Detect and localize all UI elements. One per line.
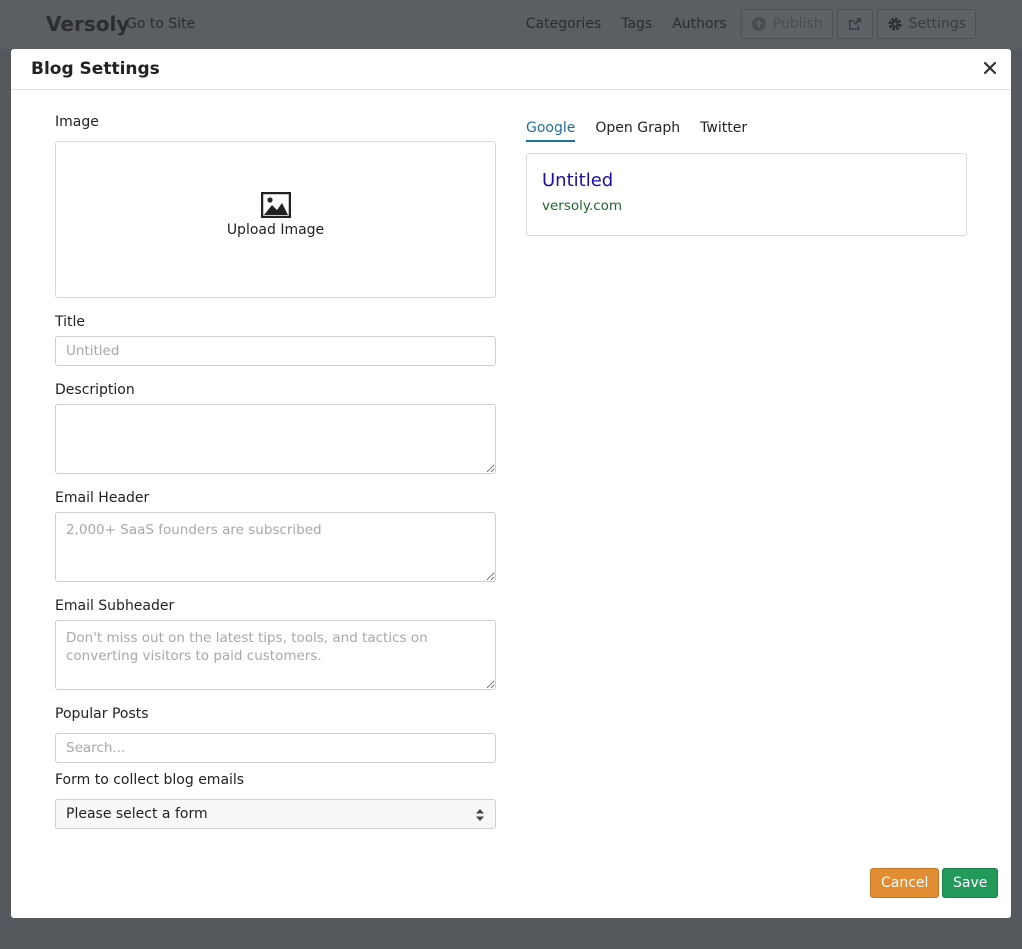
image-icon <box>261 192 291 218</box>
image-label: Image <box>55 114 99 130</box>
close-icon[interactable] <box>981 59 999 77</box>
settings-label: Settings <box>908 16 966 32</box>
nav-tags[interactable]: Tags <box>611 10 662 38</box>
tab-google[interactable]: Google <box>526 120 576 142</box>
blog-settings-modal: Blog Settings Image Upload Image Title D… <box>11 49 1011 918</box>
app-header: Versoly Go to Site Categories Tags Autho… <box>0 0 1022 49</box>
form-select-value: Please select a form <box>66 806 208 822</box>
cancel-button[interactable]: Cancel <box>870 868 940 898</box>
go-to-site-link[interactable]: Go to Site <box>126 16 195 32</box>
modal-title: Blog Settings <box>31 59 160 79</box>
brand-logo[interactable]: Versoly <box>46 12 129 36</box>
email-header-label: Email Header <box>55 490 150 506</box>
external-link-button[interactable] <box>836 9 873 39</box>
tab-twitter[interactable]: Twitter <box>700 120 747 142</box>
external-link-icon <box>848 18 861 30</box>
preview-tabs: Google Open Graph Twitter <box>526 120 747 142</box>
title-label: Title <box>55 314 86 330</box>
popular-posts-search-input[interactable] <box>55 733 496 763</box>
settings-button[interactable]: Settings <box>876 9 976 39</box>
gear-icon <box>888 17 902 31</box>
description-label: Description <box>55 382 135 398</box>
select-arrows-icon <box>476 809 484 821</box>
save-button[interactable]: Save <box>942 868 999 898</box>
tab-open-graph[interactable]: Open Graph <box>595 120 680 142</box>
upload-image-text: Upload Image <box>226 222 325 238</box>
google-preview-card: Untitled versoly.com <box>526 153 967 236</box>
form-select[interactable]: Please select a form <box>55 799 496 829</box>
description-textarea[interactable] <box>55 404 496 474</box>
email-header-textarea[interactable] <box>55 512 496 582</box>
upload-circle-icon <box>751 17 766 31</box>
top-nav: Categories Tags Authors Publish Settings <box>516 9 976 39</box>
publish-button[interactable]: Publish <box>740 9 833 39</box>
email-subheader-textarea[interactable] <box>55 620 496 690</box>
form-select-label: Form to collect blog emails <box>55 772 245 788</box>
email-subheader-label: Email Subheader <box>55 598 175 614</box>
modal-header: Blog Settings <box>11 49 1011 90</box>
preview-url: versoly.com <box>542 198 623 214</box>
preview-title: Untitled <box>542 170 614 191</box>
popular-posts-label: Popular Posts <box>55 706 149 722</box>
publish-label: Publish <box>772 16 823 32</box>
title-input[interactable] <box>55 336 496 366</box>
nav-authors[interactable]: Authors <box>662 10 736 38</box>
upload-image-area[interactable]: Upload Image <box>55 141 496 298</box>
nav-categories[interactable]: Categories <box>516 10 611 38</box>
